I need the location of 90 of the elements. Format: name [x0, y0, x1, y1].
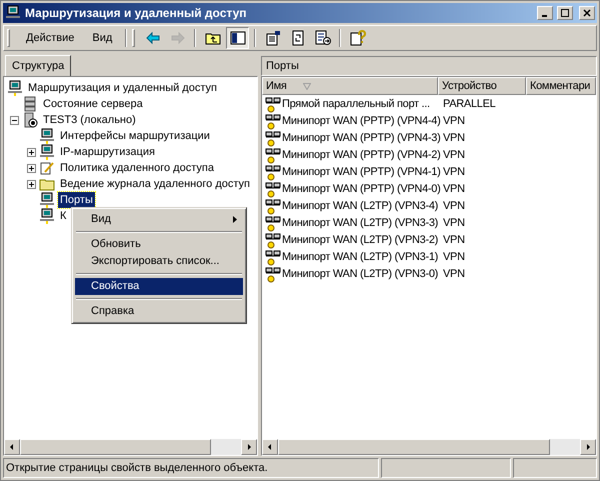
- column-header[interactable]: Комментари: [526, 77, 596, 95]
- sort-arrow-icon: [303, 83, 311, 90]
- close-icon: [583, 9, 591, 17]
- computer-icon: [39, 144, 55, 160]
- table-cell-text: VPN: [442, 267, 465, 282]
- table-cell-text: VPN: [442, 233, 465, 248]
- tree-item[interactable]: Интерфейсы маршрутизации: [58, 128, 212, 144]
- context-menu-item[interactable]: Свойства: [75, 278, 243, 295]
- server-icon: [22, 112, 38, 128]
- table-cell-text: VPN: [442, 216, 465, 232]
- close-button[interactable]: [579, 6, 595, 20]
- context-menu-item[interactable]: Экспортировать список...: [75, 253, 243, 270]
- table-cell-text: Минипорт WAN (L2TP) (VPN3-2): [282, 233, 438, 248]
- export-list-icon: [314, 30, 331, 46]
- table-cell-text: VPN: [442, 148, 465, 164]
- back-arrow-icon: [144, 30, 161, 46]
- help-icon: [350, 30, 366, 46]
- refresh-icon: [290, 30, 306, 46]
- port-icon: [265, 130, 281, 146]
- table-cell-text: Минипорт WAN (PPTP) (VPN4-3): [282, 131, 440, 146]
- computer-icon: [39, 208, 55, 224]
- table-cell-text: Прямой параллельный порт ...: [282, 97, 430, 112]
- tree-pane-icon: [230, 30, 246, 46]
- table-cell-text: Минипорт WAN (PPTP) (VPN4-2): [282, 148, 440, 164]
- port-icon: [265, 198, 281, 214]
- port-icon: [265, 96, 281, 112]
- table-cell-text: Минипорт WAN (L2TP) (VPN3-3): [282, 216, 438, 232]
- port-icon: [265, 182, 281, 198]
- window-title: Маршрутизация и удаленный доступ: [25, 5, 248, 22]
- tree-item[interactable]: Политика удаленного доступа: [58, 160, 216, 176]
- table-cell-text: PARALLEL: [442, 97, 496, 112]
- computer-icon: [7, 80, 23, 96]
- table-cell-text: Минипорт WAN (L2TP) (VPN3-1): [282, 250, 438, 266]
- column-header[interactable]: Устройство: [438, 77, 526, 95]
- computer-icon: [5, 5, 21, 21]
- port-icon: [265, 148, 281, 164]
- horizontal-scrollbar[interactable]: [262, 439, 596, 455]
- status-text: Открытие страницы свойств выделенного объекта.: [3, 458, 379, 478]
- maximize-icon: [561, 9, 569, 17]
- plus-icon: [28, 164, 35, 172]
- port-icon: [265, 232, 281, 248]
- table-cell-text: Минипорт WAN (PPTP) (VPN4-1): [282, 165, 440, 180]
- tree-item[interactable]: К: [58, 208, 68, 224]
- context-menu-item[interactable]: Справка: [75, 303, 243, 320]
- pane-header: Порты: [261, 56, 597, 76]
- tree-item[interactable]: Порты: [58, 192, 95, 208]
- plus-icon: [28, 180, 35, 188]
- server-stack-icon: [22, 96, 38, 112]
- expand-toggle[interactable]: [27, 148, 36, 156]
- menu-item[interactable]: Вид: [84, 28, 120, 48]
- port-icon: [265, 164, 281, 180]
- table-cell-text: VPN: [442, 131, 465, 146]
- collapse-toggle[interactable]: [10, 116, 19, 124]
- port-icon: [265, 114, 281, 130]
- tree-item[interactable]: Состояние сервера: [41, 96, 145, 112]
- port-icon: [265, 266, 281, 282]
- table-cell-text: VPN: [442, 182, 465, 198]
- policy-icon: [39, 160, 55, 176]
- toolbar-button[interactable]: [226, 27, 250, 49]
- table-cell-text: Минипорт WAN (PPTP) (VPN4-0): [282, 182, 440, 198]
- table-cell-text: Минипорт WAN (L2TP) (VPN3-0): [282, 267, 438, 282]
- table-cell-text: VPN: [442, 199, 465, 214]
- port-icon: [265, 250, 281, 266]
- menu-item[interactable]: Действие: [18, 28, 82, 48]
- table-cell-text: Минипорт WAN (PPTP) (VPN4-4): [282, 114, 440, 130]
- column-header[interactable]: Имя: [262, 77, 438, 95]
- table-cell-text: VPN: [442, 114, 465, 130]
- tree-item[interactable]: Маршрутизация и удаленный доступ: [26, 80, 219, 96]
- context-menu-item[interactable]: Обновить: [75, 236, 243, 253]
- port-icon: [265, 216, 281, 232]
- tab[interactable]: Структура: [5, 55, 72, 76]
- table-cell-text: VPN: [442, 250, 465, 266]
- forward-arrow-icon: [170, 30, 186, 46]
- plus-icon: [28, 148, 35, 156]
- context-menu-item[interactable]: Вид: [75, 211, 243, 228]
- table-cell-text: VPN: [442, 165, 465, 180]
- computer-icon: [39, 192, 55, 208]
- tree-item[interactable]: IP-маршрутизация: [58, 144, 157, 160]
- scroll-thumb[interactable]: [278, 439, 550, 455]
- expand-toggle[interactable]: [27, 164, 36, 172]
- computer-icon: [39, 128, 55, 144]
- properties-icon: [264, 30, 281, 46]
- tree-item[interactable]: TEST3 (локально): [41, 112, 138, 128]
- tree-item[interactable]: Ведение журнала удаленного доступ: [58, 176, 252, 192]
- expand-toggle[interactable]: [27, 180, 36, 188]
- horizontal-scrollbar[interactable]: [4, 439, 257, 455]
- scroll-thumb[interactable]: [20, 439, 211, 455]
- minimize-button[interactable]: [537, 6, 553, 20]
- maximize-button[interactable]: [557, 6, 573, 20]
- table-cell-text: Минипорт WAN (L2TP) (VPN3-4): [282, 199, 438, 214]
